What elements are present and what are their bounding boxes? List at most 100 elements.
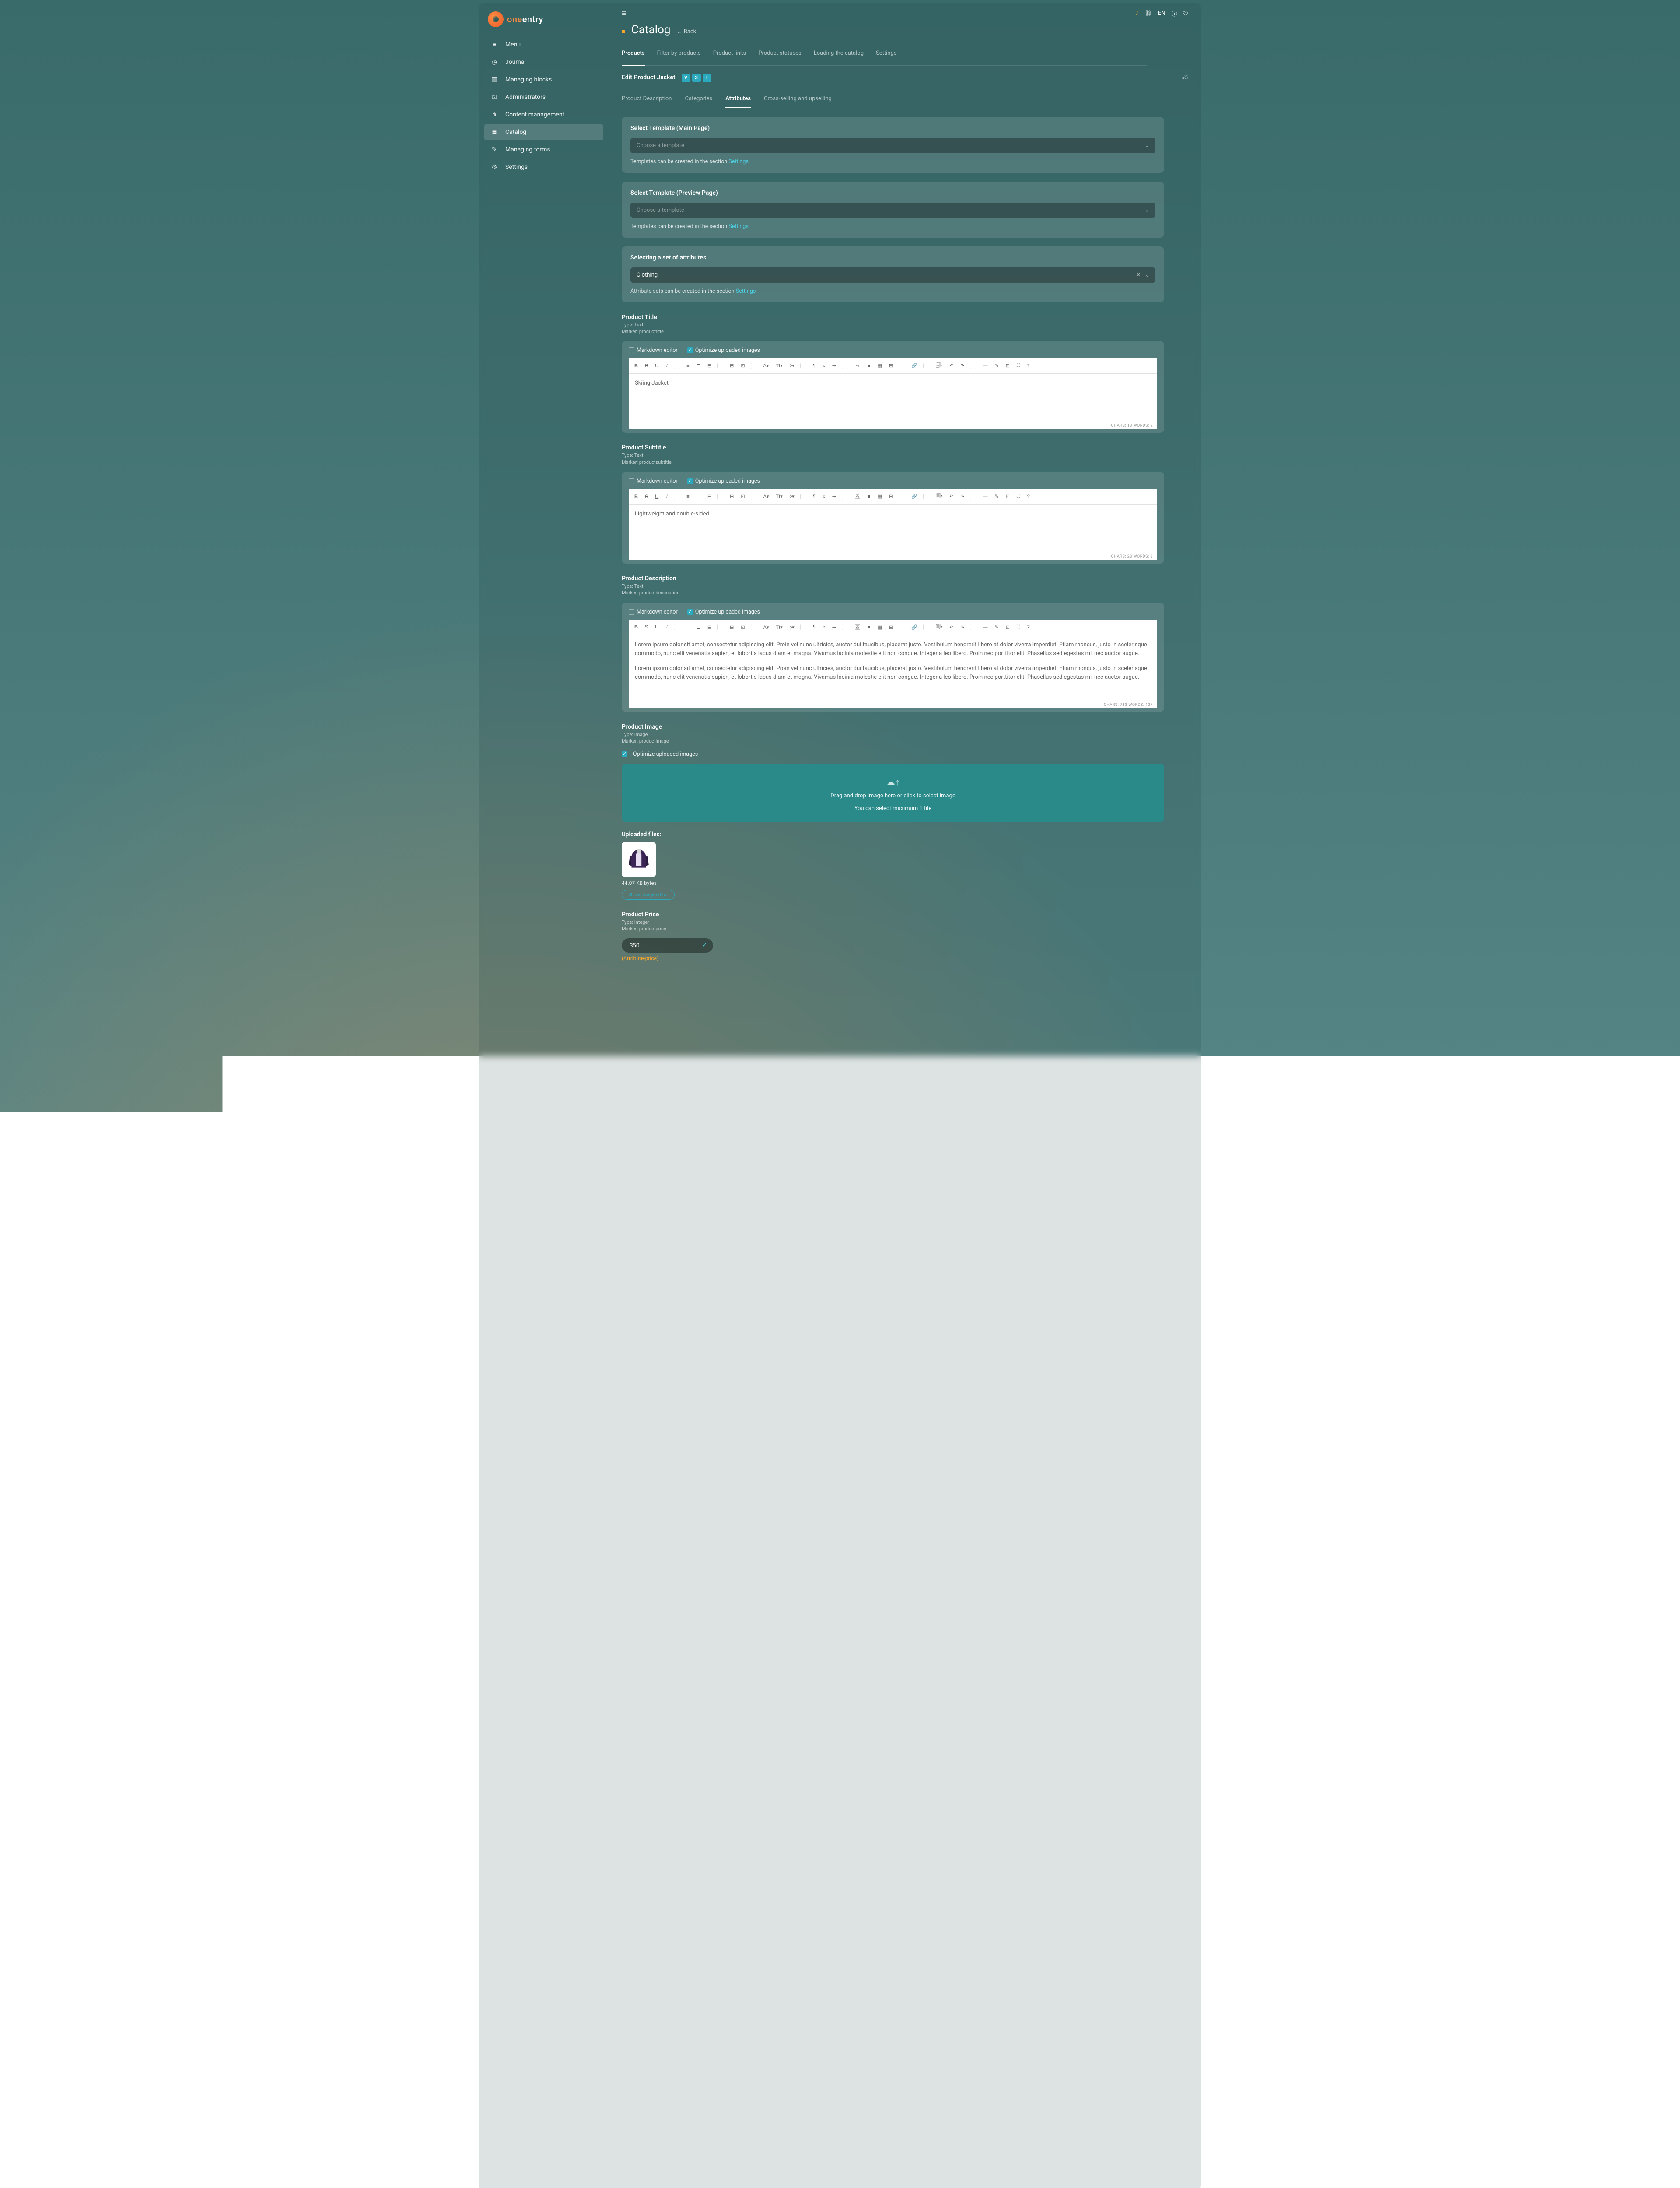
rte-tool[interactable]: Tt▾ [774, 623, 784, 631]
rte-tool[interactable]: S [643, 493, 650, 501]
sidebar-item-catalog[interactable]: ≣Catalog [484, 124, 603, 140]
rte-tool[interactable]: B [632, 623, 640, 631]
rte-tool[interactable]: ⊟ [705, 361, 714, 370]
rte-tool[interactable]: 🔗 [909, 623, 920, 631]
select-template-main[interactable]: Choose a template ⌄ [630, 138, 1155, 153]
checkbox-optimize[interactable] [687, 609, 693, 615]
select-template-preview[interactable]: Choose a template ⌄ [630, 203, 1155, 218]
rte-tool[interactable]: U [653, 623, 661, 631]
rte-tool[interactable]: 🖼 [852, 623, 863, 631]
rte-tool[interactable]: ¶ [811, 623, 818, 631]
checkbox-markdown[interactable] [629, 347, 634, 353]
rte-tool[interactable]: S [643, 362, 650, 370]
rte-tool[interactable]: I [663, 493, 670, 501]
logout-icon[interactable]: ⎋ [1183, 10, 1188, 17]
rte-tool[interactable]: ≡ [684, 362, 691, 370]
rte-tool[interactable]: ↷ [958, 361, 966, 370]
sidebar-item-managing-forms[interactable]: ✎Managing forms [484, 141, 603, 158]
lang-switch[interactable]: EN [1158, 10, 1166, 17]
rte-tool[interactable]: B [632, 493, 640, 501]
rte-tool[interactable]: ▦ [875, 361, 884, 370]
rte-tool[interactable]: ■ [865, 493, 873, 501]
rte-tool[interactable]: ↶ [947, 623, 956, 631]
rte-tool[interactable]: ≡ [684, 493, 691, 501]
rte-tool[interactable]: 🔗 [909, 492, 920, 501]
rte-tool[interactable]: U [653, 493, 661, 501]
rte-tool[interactable]: ↶ [947, 492, 956, 501]
rte-tool[interactable]: ≡ [684, 623, 691, 631]
settings-link[interactable]: Settings [728, 158, 749, 165]
rte-tool[interactable]: ▦ [875, 623, 884, 631]
sidebar-item-journal[interactable]: ◷Journal [484, 54, 603, 70]
rte-tool[interactable]: ⊟ [887, 623, 895, 631]
rte-tool[interactable]: ↷ [958, 623, 966, 631]
rte-tool[interactable]: ¶ [811, 362, 818, 370]
rte-tool[interactable]: ≣ [694, 492, 703, 501]
tab-product-statuses[interactable]: Product statuses [758, 50, 801, 61]
sidebar-item-menu[interactable]: ≡Menu [484, 36, 603, 53]
rte-tool[interactable]: I [663, 362, 670, 370]
sidebar-item-settings[interactable]: ⚙Settings [484, 159, 603, 175]
rte-tool[interactable]: ⇢ [830, 492, 838, 501]
rte-tool[interactable]: A▾ [761, 492, 771, 501]
rte-tool[interactable]: ⊡ [1004, 623, 1012, 631]
rte-tool[interactable]: ✎ [992, 623, 1001, 631]
rte-tool[interactable]: ⊟ [887, 361, 895, 370]
subtab-categories[interactable]: Categories [685, 91, 713, 108]
rte-tool[interactable]: ? [1025, 493, 1032, 501]
rte-tool[interactable]: U [653, 362, 661, 370]
rte-tool[interactable]: I [663, 623, 670, 631]
rte-tool[interactable]: B [632, 362, 640, 370]
badge-v[interactable]: V [682, 74, 690, 82]
rte-tool[interactable]: S [643, 623, 650, 631]
upload-dropzone[interactable]: ☁↑ Drag and drop image here or click to … [622, 764, 1164, 822]
rte-tool[interactable]: ◊▾ [788, 623, 797, 631]
rte-tool[interactable]: ⇢ [830, 361, 838, 370]
rte-tool[interactable]: « [820, 362, 827, 370]
tab-settings[interactable]: Settings [876, 50, 896, 61]
rte-tool[interactable]: ? [1025, 623, 1032, 631]
help-icon[interactable]: ⓘ [1172, 9, 1177, 18]
tab-loading-the-catalog[interactable]: Loading the catalog [814, 50, 864, 61]
checkbox-optimize[interactable] [687, 478, 693, 484]
rte-tool[interactable]: ⊡ [1004, 361, 1012, 370]
rte-tool[interactable]: ◊▾ [788, 361, 797, 370]
theme-toggle-icon[interactable]: ☽ [1134, 10, 1139, 17]
rte-tool[interactable]: Tt▾ [774, 361, 784, 370]
rte-tool[interactable]: A▾ [761, 623, 771, 631]
rte-tool[interactable]: ≣ [694, 361, 703, 370]
rte-tool[interactable]: 🗐▾ [934, 622, 945, 633]
rte-tool[interactable]: ✎ [992, 492, 1001, 501]
checkbox-optimize[interactable] [687, 347, 693, 353]
rte-tool[interactable]: — [980, 493, 990, 501]
subtab-product-description[interactable]: Product Description [622, 91, 672, 108]
badge-s[interactable]: S [692, 74, 701, 82]
rte-tool[interactable]: 🗐▾ [934, 360, 945, 371]
rte-tool[interactable]: ⊟ [705, 623, 714, 631]
show-image-editor-button[interactable]: Show image editor [622, 890, 675, 900]
rte-tool[interactable]: 🖼 [852, 361, 863, 370]
clear-icon[interactable]: ✕ [1136, 272, 1141, 278]
badge-i[interactable]: I [703, 74, 711, 82]
rte-tool[interactable]: ■ [865, 362, 873, 370]
rte-tool[interactable]: ⊡ [738, 361, 747, 370]
back-link[interactable]: Back [676, 28, 696, 35]
rte-tool[interactable]: A▾ [761, 361, 771, 370]
sidebar-item-managing-blocks[interactable]: ▥Managing blocks [484, 71, 603, 88]
price-input[interactable] [622, 938, 696, 953]
rte-tool[interactable]: ⊟ [887, 492, 895, 501]
settings-link[interactable]: Settings [736, 288, 756, 295]
rte-tool[interactable]: ≣ [694, 623, 703, 631]
checkbox-markdown[interactable] [629, 478, 634, 484]
rte-tool[interactable]: ¶ [811, 493, 818, 501]
subtab-cross-selling-and-upselling[interactable]: Cross-selling and upselling [764, 91, 832, 108]
sidebar-item-administrators[interactable]: ⚿Administrators [484, 89, 603, 105]
rte-tool[interactable]: ↷ [958, 492, 966, 501]
rte-tool[interactable]: ⊟ [705, 492, 714, 501]
rte-tool[interactable]: ⛶ [1015, 361, 1022, 370]
checkbox-markdown[interactable] [629, 609, 634, 615]
rte-tool[interactable]: ⛶ [1015, 623, 1022, 631]
settings-link[interactable]: Settings [728, 223, 749, 230]
tab-product-links[interactable]: Product links [713, 50, 746, 61]
rte-tool[interactable]: « [820, 623, 827, 631]
